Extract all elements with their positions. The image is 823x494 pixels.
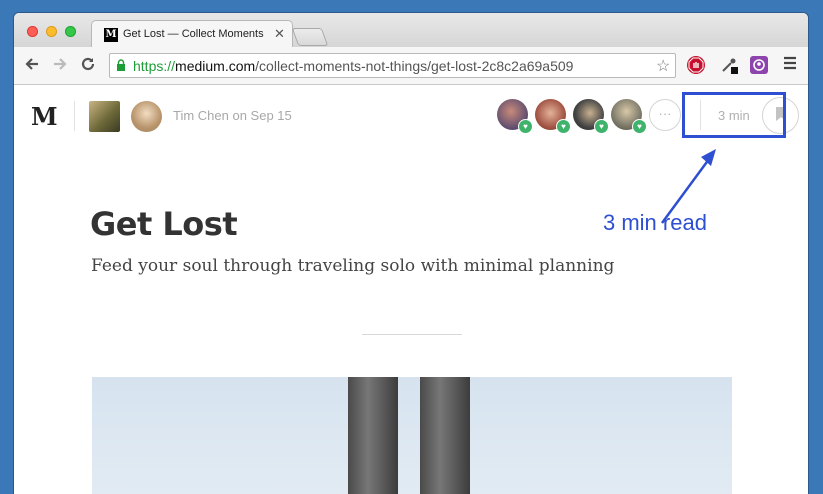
minimize-window-button[interactable]	[46, 26, 57, 37]
article-subtitle: Feed your soul through traveling solo wi…	[91, 256, 615, 276]
browser-tab-active[interactable]: M Get Lost — Collect Moments Not Things …	[91, 20, 293, 48]
hero-image-leg	[348, 377, 398, 494]
page-content: M Tim Chen on Sep 15 ♥ ♥ ♥ ♥ ··· 3 min 3…	[14, 85, 808, 494]
hero-image-leg	[420, 377, 470, 494]
publication-avatar[interactable]	[89, 101, 120, 132]
menu-hamburger-icon[interactable]	[783, 56, 797, 74]
author-byline[interactable]: Tim Chen on Sep 15	[173, 108, 292, 123]
author-avatar[interactable]	[131, 101, 162, 132]
eyedropper-extension-icon[interactable]	[720, 56, 738, 74]
address-bar[interactable]: https://medium.com/collect-moments-not-t…	[109, 53, 676, 78]
forward-arrow-icon[interactable]	[52, 56, 68, 76]
reload-icon[interactable]	[80, 56, 96, 76]
back-arrow-icon[interactable]	[24, 56, 40, 76]
browser-window: M Get Lost — Collect Moments Not Things …	[14, 13, 808, 494]
hero-image	[92, 377, 732, 494]
profile-extension-icon[interactable]	[750, 56, 768, 74]
heart-icon: ♥	[518, 119, 533, 134]
medium-logo[interactable]: M	[31, 102, 58, 131]
secure-lock-icon	[117, 59, 125, 71]
url-path: /collect-moments-not-things/get-lost-2c8…	[255, 58, 574, 74]
ad-block-extension-icon[interactable]	[687, 56, 705, 74]
section-divider	[362, 334, 462, 335]
bookmark-star-icon[interactable]: ☆	[656, 56, 670, 76]
url-text: https://medium.com/collect-moments-not-t…	[133, 58, 573, 74]
tab-strip: M Get Lost — Collect Moments Not Things …	[14, 13, 808, 48]
header-divider	[74, 101, 75, 131]
heart-icon: ♥	[632, 119, 647, 134]
article-title: Get Lost	[90, 205, 238, 243]
medium-favicon-icon: M	[104, 28, 118, 42]
heart-icon: ♥	[594, 119, 609, 134]
zoom-window-button[interactable]	[65, 26, 76, 37]
tab-close-icon[interactable]: ✕	[274, 26, 285, 42]
annotation-highlight-box	[682, 92, 786, 138]
more-recommenders-button[interactable]: ···	[649, 99, 681, 131]
annotation-label: 3 min read	[603, 210, 707, 235]
close-window-button[interactable]	[27, 26, 38, 37]
browser-toolbar: https://medium.com/collect-moments-not-t…	[14, 47, 808, 85]
new-tab-button[interactable]	[291, 28, 329, 46]
url-scheme: https://	[133, 58, 176, 74]
heart-icon: ♥	[556, 119, 571, 134]
tab-title: Get Lost — Collect Moments Not Things	[123, 28, 267, 40]
url-host: medium.com	[175, 58, 256, 74]
